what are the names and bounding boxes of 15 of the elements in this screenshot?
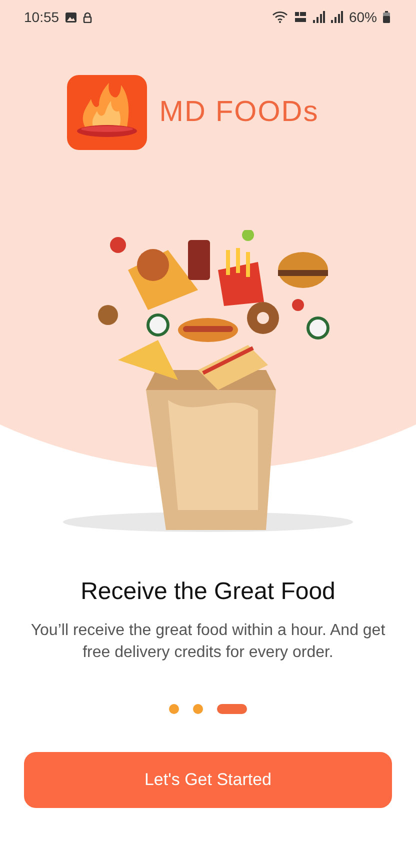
battery-percent: 60% [348,9,377,25]
brand-name: MD FOODs [159,96,319,129]
page-indicator-dot[interactable] [193,704,203,714]
lock-icon [83,12,92,22]
status-time: 10:55 [24,9,60,25]
signal-icon [330,11,343,23]
image-icon [65,12,78,22]
battery-icon [383,11,390,23]
slide-title: Receive the Great Food [80,578,336,606]
slide-description: You’ll receive the great food within a hour. And get free delivery credits for every order. [30,621,386,663]
page-indicator-dot[interactable] [169,704,179,714]
flame-plate-logo-icon [67,75,148,150]
wifi-icon [272,11,288,23]
signal-icon [312,11,325,23]
get-started-button[interactable]: Let's Get Started [24,752,392,808]
